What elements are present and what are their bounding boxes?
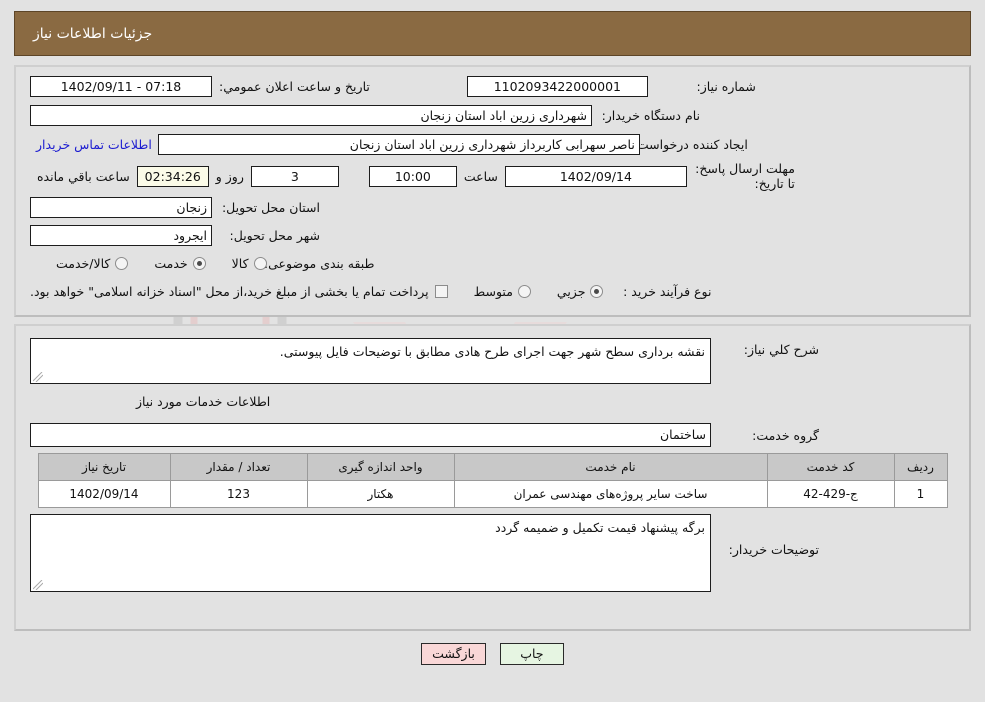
page-header: جزئیات اطلاعات نیاز bbox=[14, 11, 971, 56]
need-number-field[interactable]: 1102093422000001 bbox=[466, 75, 648, 97]
city-label: شهر محل تحویل: bbox=[229, 227, 320, 243]
th-name: نام خدمت bbox=[453, 452, 768, 481]
radio-selected-icon[interactable] bbox=[590, 284, 604, 298]
row-buyer-org: نام دستگاه خریدار: شهرداری زرین اباد است… bbox=[16, 101, 969, 130]
table-row[interactable]: 1 ج-429-42 ساخت سایر پروژه‌های مهندسی عم… bbox=[37, 479, 948, 508]
resize-grip-icon[interactable] bbox=[33, 372, 43, 382]
action-button-bar: چاپ بازگشت bbox=[0, 643, 985, 665]
page-title: جزئیات اطلاعات نیاز bbox=[33, 25, 153, 42]
row-purchase-process: نوع فرآیند خرید : جزیي متوسط پرداخت تمام… bbox=[16, 277, 969, 305]
deadline-time-field[interactable]: 10:00 bbox=[368, 165, 457, 187]
process-label: نوع فرآیند خرید : bbox=[623, 283, 712, 299]
deadline-label: مهلت ارسال پاسخ: تا تاریخ: bbox=[695, 161, 795, 191]
cell-qty: 123 bbox=[169, 479, 308, 508]
category-label: طبقه بندی موضوعی: bbox=[263, 255, 375, 271]
th-code: کد خدمت bbox=[766, 452, 895, 481]
row-delivery-city: شهر محل تحویل: ایجرود bbox=[16, 221, 969, 249]
deadline-date-field[interactable]: 1402/09/14 bbox=[504, 165, 687, 187]
city-field[interactable]: ایجرود bbox=[30, 224, 212, 246]
category-radio-kala-khedmat[interactable]: کالا/خدمت bbox=[56, 255, 129, 271]
table-header-row: ردیف کد خدمت نام خدمت واحد اندازه گیری ت… bbox=[37, 452, 948, 481]
th-need-date: تاریخ نیاز bbox=[37, 452, 171, 481]
row-service-group: گروه خدمت: ساختمان bbox=[16, 418, 969, 452]
need-details-panel: شرح کلي نیاز: نقشه برداری سطح شهر جهت اج… bbox=[14, 324, 971, 631]
hour-label: ساعت bbox=[463, 168, 498, 184]
days-label: روز و bbox=[215, 168, 244, 184]
buyer-org-label: نام دستگاه خریدار: bbox=[601, 108, 700, 123]
row-need-overview: شرح کلي نیاز: نقشه برداری سطح شهر جهت اج… bbox=[16, 338, 969, 384]
category-radio-label: کالا/خدمت bbox=[56, 255, 111, 271]
province-field[interactable]: زنجان bbox=[30, 196, 212, 218]
buyer-notes-textarea[interactable]: برگه پیشنهاد قیمت تکمیل و ضمیمه گردد bbox=[30, 514, 711, 592]
th-qty: تعداد / مقدار bbox=[169, 452, 308, 481]
treasury-bond-label: پرداخت تمام یا بخشی از مبلغ خرید،از محل … bbox=[30, 283, 429, 299]
need-summary-panel: شماره نیاز: 1102093422000001 تاریخ و ساع… bbox=[14, 65, 971, 317]
row-subject-category: طبقه بندی موضوعی: کالا خدمت کالا/خدمت bbox=[16, 249, 969, 277]
row-services-table: ردیف کد خدمت نام خدمت واحد اندازه گیری ت… bbox=[16, 452, 969, 508]
service-group-label: گروه خدمت: bbox=[752, 427, 819, 443]
process-radio-group: جزیي متوسط bbox=[448, 284, 604, 299]
creator-label: ایجاد کننده درخواست: bbox=[632, 137, 748, 152]
process-radio-label: جزیي bbox=[556, 283, 586, 299]
process-radio-label: متوسط bbox=[473, 283, 513, 299]
row-need-number: شماره نیاز: 1102093422000001 تاریخ و ساع… bbox=[16, 71, 969, 101]
announce-date-field[interactable]: 07:18 - 1402/09/11 bbox=[30, 75, 212, 97]
row-response-deadline: مهلت ارسال پاسخ: تا تاریخ: 1402/09/14 سا… bbox=[16, 159, 969, 193]
days-left-field[interactable]: 3 bbox=[250, 165, 339, 187]
cell-code: ج-429-42 bbox=[766, 479, 895, 508]
cell-need-date: 1402/09/14 bbox=[37, 479, 171, 508]
resize-grip-icon[interactable] bbox=[33, 580, 43, 590]
checkbox-icon[interactable] bbox=[434, 284, 448, 298]
overview-text: نقشه برداری سطح شهر جهت اجرای طرح هادی م… bbox=[279, 344, 705, 359]
treasury-bond-checkbox[interactable]: پرداخت تمام یا بخشی از مبلغ خرید،از محل … bbox=[30, 284, 448, 299]
process-radio-motevaset[interactable]: متوسط bbox=[474, 284, 531, 299]
service-group-field[interactable]: ساختمان bbox=[30, 423, 711, 447]
cell-radif: 1 bbox=[893, 479, 948, 508]
buyer-contact-link[interactable]: اطلاعات تماس خریدار bbox=[30, 137, 158, 152]
radio-icon[interactable] bbox=[253, 256, 267, 270]
overview-label: شرح کلي نیاز: bbox=[743, 342, 819, 357]
category-radio-group: کالا خدمت کالا/خدمت bbox=[30, 256, 267, 271]
cell-unit: هکتار bbox=[306, 479, 455, 508]
process-radio-jozei[interactable]: جزیي bbox=[557, 284, 604, 299]
creator-field[interactable]: ناصر سهرابی کاربرداز شهرداری زرین اباد ا… bbox=[157, 134, 640, 155]
row-delivery-province: استان محل تحویل: زنجان bbox=[16, 193, 969, 221]
category-radio-khedmat[interactable]: خدمت bbox=[154, 255, 206, 271]
overview-textarea[interactable]: نقشه برداری سطح شهر جهت اجرای طرح هادی م… bbox=[30, 338, 711, 384]
announce-label: تاریخ و ساعت اعلان عمومي: bbox=[219, 78, 370, 94]
countdown-field: 02:34:26 bbox=[136, 165, 209, 187]
row-request-creator: ایجاد کننده درخواست: ناصر سهرابی کاربردا… bbox=[16, 130, 969, 159]
category-radio-label: کالا bbox=[231, 255, 249, 271]
back-button[interactable]: بازگشت bbox=[421, 643, 486, 665]
province-label: استان محل تحویل: bbox=[221, 199, 320, 215]
radio-selected-icon[interactable] bbox=[192, 256, 206, 270]
services-section-title: اطلاعات خدمات مورد نیاز bbox=[136, 393, 271, 409]
th-unit: واحد اندازه گیری bbox=[306, 452, 455, 481]
row-buyer-notes: توضیحات خریدار: برگه پیشنهاد قیمت تکمیل … bbox=[16, 514, 969, 592]
buyer-notes-label: توضیحات خریدار: bbox=[728, 542, 819, 557]
cell-name: ساخت سایر پروژه‌های مهندسی عمران bbox=[453, 479, 768, 508]
radio-icon[interactable] bbox=[517, 284, 531, 298]
buyer-org-field[interactable]: شهرداری زرین اباد استان زنجان bbox=[30, 105, 592, 126]
row-services-section: اطلاعات خدمات مورد نیاز bbox=[16, 384, 969, 418]
category-radio-kala[interactable]: کالا bbox=[232, 256, 267, 271]
buyer-notes-text: برگه پیشنهاد قیمت تکمیل و ضمیمه گردد bbox=[495, 520, 705, 535]
services-table: ردیف کد خدمت نام خدمت واحد اندازه گیری ت… bbox=[37, 452, 948, 508]
category-radio-label: خدمت bbox=[154, 255, 188, 271]
need-number-label: شماره نیاز: bbox=[696, 78, 756, 94]
remaining-label: ساعت باقي مانده bbox=[37, 168, 130, 184]
print-button[interactable]: چاپ bbox=[499, 643, 564, 665]
radio-icon[interactable] bbox=[115, 256, 129, 270]
th-radif: ردیف bbox=[893, 452, 948, 481]
